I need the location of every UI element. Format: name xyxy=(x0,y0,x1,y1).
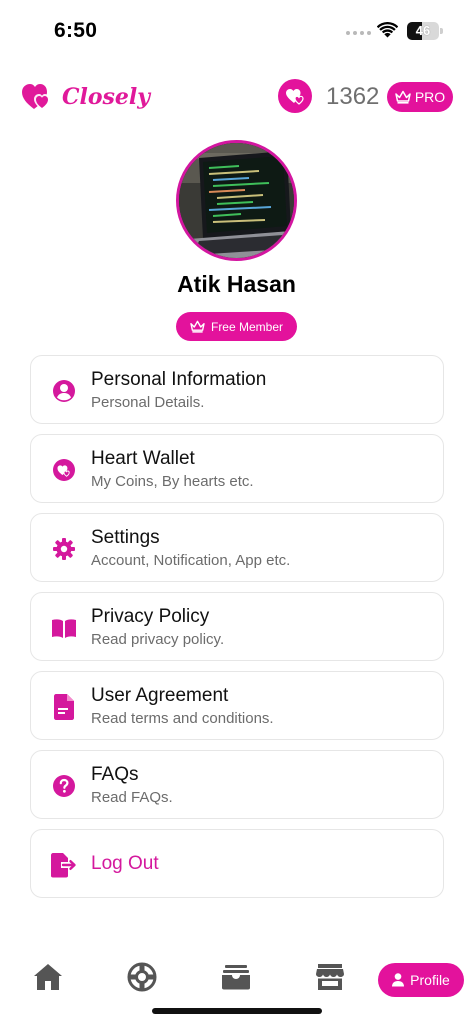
nav-profile[interactable]: Profile xyxy=(378,963,464,997)
menu-subtitle: Read terms and conditions. xyxy=(91,710,274,727)
heart-coin-icon[interactable] xyxy=(278,79,312,113)
lifebuoy-icon xyxy=(127,962,157,992)
menu-title: User Agreement xyxy=(91,685,229,706)
menu-heart-wallet[interactable]: Heart Wallet My Coins, By hearts etc. xyxy=(30,434,444,503)
menu-subtitle: Read FAQs. xyxy=(91,789,173,806)
book-icon xyxy=(51,615,77,641)
avatar[interactable] xyxy=(176,140,297,261)
menu-personal-information[interactable]: Personal Information Personal Details. xyxy=(30,355,444,424)
status-time: 6:50 xyxy=(54,19,98,42)
logout-button[interactable]: Log Out xyxy=(30,829,444,898)
menu-faqs[interactable]: FAQs Read FAQs. xyxy=(30,750,444,819)
nav-home[interactable] xyxy=(32,961,64,993)
menu-title: Personal Information xyxy=(91,369,267,390)
coin-count: 1362 xyxy=(326,83,380,110)
pro-label: PRO xyxy=(414,89,446,105)
membership-badge[interactable]: Free Member xyxy=(176,312,297,341)
menu-subtitle: Personal Details. xyxy=(91,394,205,411)
heart-coin-icon xyxy=(51,457,77,483)
logout-icon xyxy=(51,852,77,878)
bottom-nav: Profile xyxy=(0,955,473,1005)
app-header: Closely 1362 PRO xyxy=(0,74,473,120)
user-circle-icon xyxy=(51,378,77,404)
profile-name: Atik Hasan xyxy=(177,271,296,297)
crown-icon xyxy=(395,90,411,104)
menu-subtitle: Read privacy policy. xyxy=(91,631,225,648)
person-icon xyxy=(392,973,405,987)
menu-user-agreement[interactable]: User Agreement Read terms and conditions… xyxy=(30,671,444,740)
nav-profile-label: Profile xyxy=(410,972,450,988)
wifi-icon xyxy=(377,22,398,38)
store-icon xyxy=(316,964,344,990)
menu-title: Privacy Policy xyxy=(91,606,210,627)
app-name: Closely xyxy=(62,84,151,110)
battery-indicator: 46 xyxy=(407,22,439,40)
menu-settings[interactable]: Settings Account, Notification, App etc. xyxy=(30,513,444,582)
wallet-icon xyxy=(222,965,250,990)
crown-icon xyxy=(190,320,205,333)
pro-button[interactable]: PRO xyxy=(387,82,453,112)
menu-subtitle: My Coins, By hearts etc. xyxy=(91,473,254,490)
app-logo: Closely xyxy=(22,82,150,112)
signal-icon xyxy=(346,31,371,35)
home-icon xyxy=(34,964,62,990)
menu-privacy-policy[interactable]: Privacy Policy Read privacy policy. xyxy=(30,592,444,661)
membership-label: Free Member xyxy=(210,319,284,334)
menu-title: FAQs xyxy=(91,764,139,785)
logout-label: Log Out xyxy=(91,853,159,874)
status-bar: 6:50 46 xyxy=(0,0,473,60)
menu-title: Settings xyxy=(91,527,160,548)
nav-store[interactable] xyxy=(314,961,346,993)
gear-icon xyxy=(51,536,77,562)
logo-hearts-icon xyxy=(22,84,50,110)
nav-wallet[interactable] xyxy=(220,961,252,993)
nav-support[interactable] xyxy=(126,961,158,993)
menu-subtitle: Account, Notification, App etc. xyxy=(91,552,291,569)
home-indicator[interactable] xyxy=(152,1008,322,1014)
avatar-photo xyxy=(179,143,294,258)
question-icon xyxy=(51,773,77,799)
document-icon xyxy=(51,694,77,720)
menu-title: Heart Wallet xyxy=(91,448,195,469)
